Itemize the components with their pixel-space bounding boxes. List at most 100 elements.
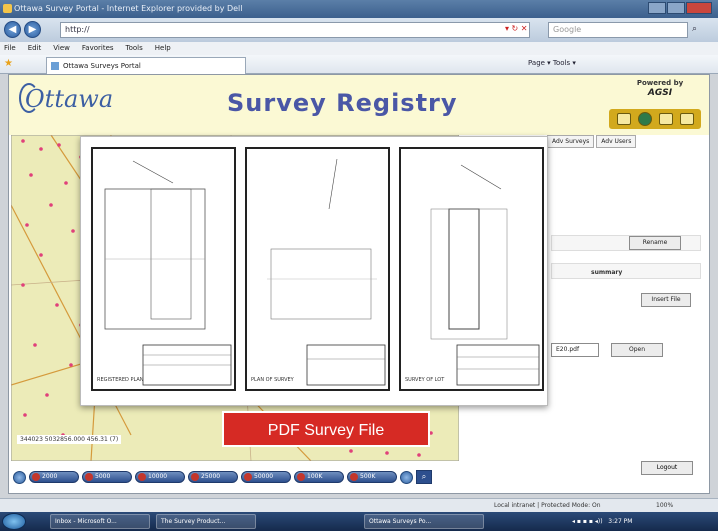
sheet-2-label: PLAN OF SURVEY [251, 377, 294, 383]
parcel-marker[interactable] [64, 181, 68, 185]
powered-by-label: Powered by [636, 79, 684, 87]
parcel-marker[interactable] [39, 253, 43, 257]
menu-tools[interactable]: Tools [126, 42, 143, 55]
sheet-3-drawing [430, 164, 540, 386]
parcel-marker[interactable] [49, 203, 53, 207]
site-banner: Ottawa Survey Registry Powered by AGSI [9, 75, 709, 135]
page-title: Survey Registry [227, 89, 458, 117]
survey-sheet-2[interactable]: PLAN OF SURVEY [245, 147, 390, 391]
tab-row: ★ Ottawa Surveys Portal Page ▾ Tools ▾ [0, 55, 718, 74]
parcel-marker[interactable] [39, 147, 43, 151]
zoom-level-500k[interactable]: 500K [347, 471, 397, 483]
parcel-marker[interactable] [71, 229, 75, 233]
logout-button[interactable]: Logout [641, 461, 693, 475]
summary-label: summary [591, 269, 623, 276]
badge-block-icon [658, 113, 673, 125]
pdf-preview-overlay[interactable]: REGISTERED PLAN PLAN OF SURVEY SURVEY OF [80, 136, 548, 406]
side-tabs: Adv Surveys Adv Users [547, 135, 637, 148]
agsi-logo [609, 109, 701, 129]
taskbar-item-survey-product[interactable]: The Survey Product... [156, 514, 256, 529]
menu-help[interactable]: Help [155, 42, 171, 55]
start-button[interactable] [2, 513, 26, 530]
status-zone: Local intranet | Protected Mode: On [494, 502, 601, 509]
window-titlebar: Ottawa Survey Portal - Internet Explorer… [0, 0, 718, 18]
system-tray: ◂ ▪ ▪ ▪ ◂)) 3:27 PM [572, 516, 632, 527]
map-search-icon[interactable]: ⌕ [416, 470, 432, 484]
parcel-marker[interactable] [21, 139, 25, 143]
badge-block-icon [616, 113, 631, 125]
insert-file-button[interactable]: Insert File [641, 293, 691, 307]
sheet-1-label: REGISTERED PLAN [97, 377, 144, 383]
parcel-marker[interactable] [385, 451, 389, 455]
survey-sheet-1[interactable]: REGISTERED PLAN [91, 147, 236, 391]
forward-button[interactable]: ▶ [24, 21, 41, 38]
zoom-bar: 2000 5000 10000 25000 50000 100K 500K ⌕ [13, 469, 463, 485]
powered-by: Powered by AGSI [619, 79, 701, 98]
zoom-level-5000[interactable]: 5000 [82, 471, 132, 483]
sheet-1-drawing [104, 160, 232, 386]
zoom-level-100k[interactable]: 100K [294, 471, 344, 483]
tab-adv-users[interactable]: Adv Users [596, 135, 637, 148]
parcel-marker[interactable] [25, 223, 29, 227]
zoom-level-2000[interactable]: 2000 [29, 471, 79, 483]
menu-edit[interactable]: Edit [28, 42, 42, 55]
status-bar: Local intranet | Protected Mode: On 100% [0, 498, 718, 512]
browser-tab[interactable]: Ottawa Surveys Portal [46, 57, 246, 74]
command-bar[interactable]: Page ▾ Tools ▾ [528, 59, 576, 67]
rename-button[interactable]: Rename [629, 236, 681, 250]
menu-view[interactable]: View [53, 42, 70, 55]
screen: Ottawa Survey Portal - Internet Explorer… [0, 0, 718, 531]
parcel-marker[interactable] [21, 283, 25, 287]
open-button[interactable]: Open [611, 343, 663, 357]
parcel-marker[interactable] [349, 449, 353, 453]
logo-swirl-icon [19, 83, 39, 113]
search-input[interactable]: Google [548, 22, 688, 38]
favorites-star-icon[interactable]: ★ [4, 58, 13, 69]
zoom-level[interactable]: 100% [656, 499, 673, 512]
tab-page-icon [51, 62, 59, 70]
tray-icons[interactable]: ◂ ▪ ▪ ▪ ◂)) [572, 518, 606, 525]
pdf-survey-file-caption: PDF Survey File [222, 411, 430, 447]
minimize-button[interactable] [648, 2, 666, 14]
close-button[interactable] [686, 2, 712, 14]
window-controls [648, 2, 712, 14]
search-icon[interactable]: ⌕ [692, 24, 697, 34]
zoom-level-25000[interactable]: 25000 [188, 471, 238, 483]
menu-bar: File Edit View Favorites Tools Help [0, 42, 718, 55]
zoom-in-icon[interactable] [400, 470, 413, 484]
globe-icon [637, 112, 652, 126]
refresh-stop-icons[interactable]: ▾ ↻ ✕ [505, 24, 528, 33]
zoom-out-icon[interactable] [13, 470, 26, 484]
sheet-2-drawing [267, 158, 386, 386]
parcel-marker[interactable] [45, 393, 49, 397]
vendor-name: AGSI [647, 88, 673, 98]
survey-sheet-3[interactable]: SURVEY OF LOT [399, 147, 544, 391]
file-field[interactable]: E20.pdf [551, 343, 599, 357]
ottawa-logo[interactable]: Ottawa [19, 83, 113, 113]
badge-block-icon [679, 113, 694, 125]
address-bar[interactable]: http:// [60, 22, 530, 38]
clock: 3:27 PM [608, 518, 633, 525]
menu-favorites[interactable]: Favorites [82, 42, 114, 55]
parcel-marker[interactable] [57, 143, 61, 147]
menu-file[interactable]: File [4, 42, 16, 55]
tab-adv-surveys[interactable]: Adv Surveys [547, 135, 595, 148]
parcel-marker[interactable] [23, 413, 27, 417]
back-button[interactable]: ◀ [4, 21, 21, 38]
taskbar-item-inbox[interactable]: Inbox - Microsoft O... [50, 514, 150, 529]
address-row: ◀ ▶ http:// ▾ ↻ ✕ Google ⌕ [0, 18, 718, 42]
window-title: Ottawa Survey Portal - Internet Explorer… [14, 4, 243, 13]
tab-title: Ottawa Surveys Portal [63, 62, 141, 70]
zoom-level-10000[interactable]: 10000 [135, 471, 185, 483]
taskbar-item-ottawa-surveys[interactable]: Ottawa Surveys Po... [364, 514, 484, 529]
zoom-level-50000[interactable]: 50000 [241, 471, 291, 483]
taskbar: Inbox - Microsoft O... The Survey Produc… [0, 512, 718, 531]
parcel-marker[interactable] [417, 453, 421, 457]
parcel-marker[interactable] [69, 363, 73, 367]
ie-icon [3, 4, 12, 13]
summary-field[interactable] [551, 263, 701, 279]
parcel-marker[interactable] [33, 343, 37, 347]
maximize-button[interactable] [667, 2, 685, 14]
parcel-marker[interactable] [55, 303, 59, 307]
parcel-marker[interactable] [29, 173, 33, 177]
